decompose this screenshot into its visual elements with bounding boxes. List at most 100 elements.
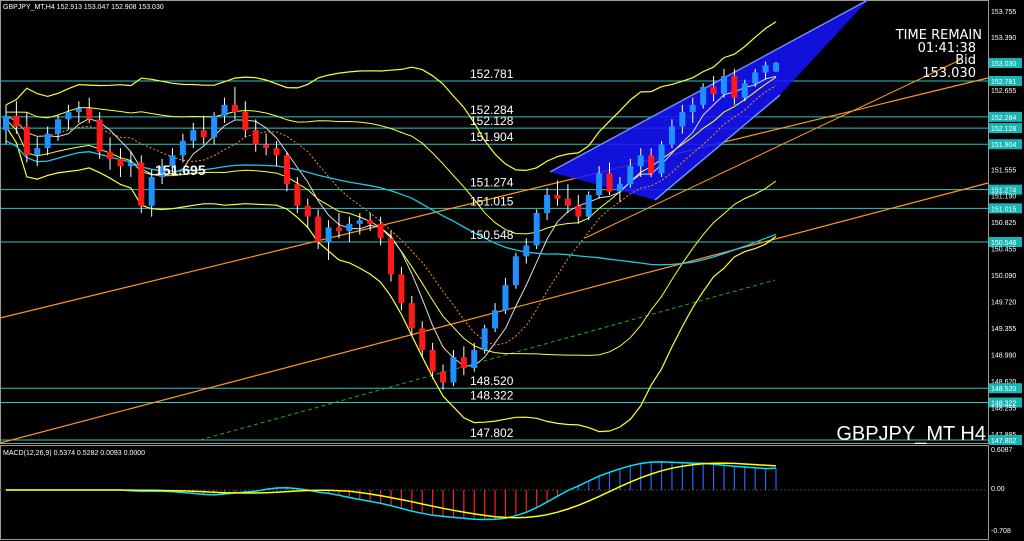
macd-scale-label: -0.708 <box>991 528 1011 535</box>
axis-tick-label: 148.990 <box>991 352 1016 359</box>
candle-body <box>304 205 311 217</box>
axis-tick-label: 150.825 <box>991 220 1016 227</box>
candle-body <box>450 357 457 383</box>
level-value-label: 151.904 <box>470 130 514 144</box>
window-info: GBPJPY_MT,H4 152.913 153.047 152.908 153… <box>3 4 164 11</box>
candle-body <box>3 115 9 131</box>
axis-tick-label: 152.128 <box>991 126 1016 133</box>
candle-body <box>554 194 561 199</box>
candle-body <box>627 166 634 185</box>
candle-body <box>440 371 447 383</box>
level-value-label: 152.781 <box>470 67 514 81</box>
axis-tick-label: 147.802 <box>991 438 1016 445</box>
candle-body <box>96 119 103 152</box>
candle-body <box>190 130 197 141</box>
axis-tick-label: 151.190 <box>991 194 1016 201</box>
symbol-label: GBPJPY_MT H4 <box>836 423 986 445</box>
candle-body <box>346 223 353 232</box>
candle-body <box>34 148 41 156</box>
axis-tick-label: 151.904 <box>991 142 1016 149</box>
candle-body <box>502 285 509 311</box>
candle-body <box>294 184 301 206</box>
level-value-label: 147.802 <box>470 426 514 440</box>
axis-tick-label: 152.655 <box>991 88 1016 95</box>
candle-body <box>752 72 759 84</box>
candle-body <box>419 328 426 351</box>
candle-body <box>689 104 696 113</box>
level-value-label: 152.128 <box>470 114 514 128</box>
axis-tick-label: 149.355 <box>991 326 1016 333</box>
candle-body <box>429 350 436 372</box>
axis-tick-label: 152.781 <box>991 79 1016 86</box>
candle-body <box>585 194 592 217</box>
axis-tick-label: 150.455 <box>991 247 1016 254</box>
candle-body <box>616 184 623 192</box>
candle-body <box>86 108 93 120</box>
level-value-label: 148.520 <box>470 374 514 388</box>
candle-body <box>460 357 467 369</box>
candle-body <box>471 350 478 369</box>
candle-body <box>138 162 145 206</box>
axis-tick-label: 150.090 <box>991 273 1016 280</box>
candle-body <box>512 256 519 286</box>
axis-tick-label: 149.720 <box>991 300 1016 307</box>
candle-body <box>242 112 249 131</box>
candle-body <box>741 83 748 98</box>
level-value-label: 151.274 <box>470 176 514 190</box>
candle-body <box>211 115 218 138</box>
candle-body <box>596 173 603 195</box>
candle-body <box>679 112 686 127</box>
candle-body <box>377 223 384 239</box>
candle-body <box>356 220 363 224</box>
candle-body <box>564 198 571 206</box>
candle-body <box>221 104 228 116</box>
candle-body <box>668 126 675 145</box>
candle-body <box>388 238 394 275</box>
candle-body <box>398 274 405 304</box>
chart-canvas: 152.781 152.284 152.128 151.904 151.274 151.0… <box>0 0 1024 541</box>
axis-tick-label: 153.755 <box>991 9 1016 16</box>
candle-body <box>148 176 155 206</box>
macd-label: MACD(12,26,9) 0.5374 0.5282 0.0093 0.000… <box>3 450 145 457</box>
axis-tick-label: 148.255 <box>991 405 1016 412</box>
candle-body <box>117 158 124 167</box>
axis-tick-label: 148.520 <box>991 386 1016 393</box>
candle-body <box>658 144 665 174</box>
candle-body <box>637 155 644 167</box>
candle-body <box>13 115 20 127</box>
candle-body <box>127 162 134 167</box>
axis-tick-label: 151.555 <box>991 167 1016 174</box>
candle-body <box>252 130 259 145</box>
axis-tick-label: 151.015 <box>991 206 1016 213</box>
axis-tick-label: 152.284 <box>991 115 1016 122</box>
candle-body <box>231 104 238 113</box>
candle-body <box>575 205 582 217</box>
candle-body <box>44 133 51 149</box>
candle-body <box>762 65 769 73</box>
candle-body <box>481 328 488 351</box>
candle-body <box>533 213 540 246</box>
level-value-label: 148.322 <box>470 389 514 403</box>
candle-body <box>720 76 727 95</box>
candle-body <box>325 227 332 242</box>
level-value-label: 150.548 <box>470 228 514 242</box>
candle-body <box>23 126 30 156</box>
candle-body <box>200 130 207 138</box>
candle-body <box>523 245 530 257</box>
candle-body <box>731 76 738 98</box>
candle-body <box>335 227 342 232</box>
candle-body <box>273 148 280 156</box>
axis-tick-label: 153.030 <box>991 61 1016 68</box>
candle-body <box>107 151 114 159</box>
candle-body <box>648 155 655 174</box>
bid-value: 153.030 <box>922 66 976 81</box>
candle-body <box>65 112 72 120</box>
candle-body <box>606 173 613 192</box>
candle-body <box>408 303 415 329</box>
candle-body <box>55 119 62 134</box>
candle-body <box>544 194 551 214</box>
axis-tick-label: 153.390 <box>991 35 1016 42</box>
macd-scale-label: 0.00 <box>991 486 1005 493</box>
candle-body <box>283 155 290 185</box>
candle-body <box>315 216 322 242</box>
